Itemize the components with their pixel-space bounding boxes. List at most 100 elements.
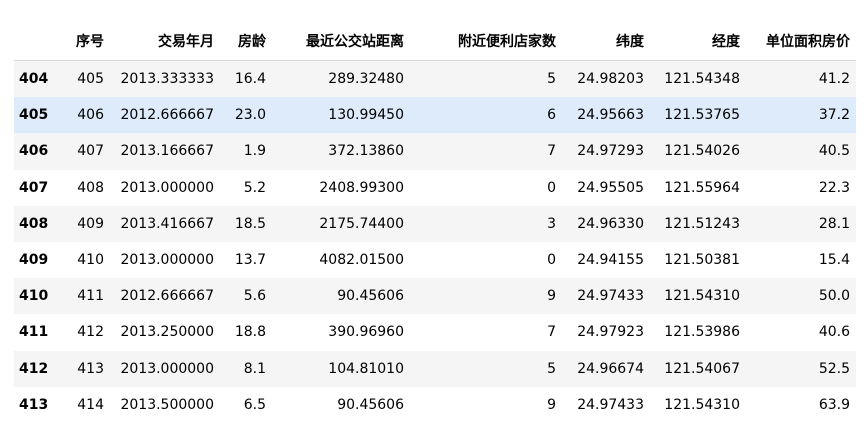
table-row: 406 407 2013.166667 1.9 372.13860 7 24.97293 12… <box>14 133 856 170</box>
table-cell: 2013.166667 <box>120 143 214 160</box>
table-row: 409 410 2013.000000 13.7 4082.01500 0 24.94155… <box>14 242 856 278</box>
table-cell: 22.3 <box>818 179 850 196</box>
table-header: 序号 交易年月 房龄 最近公交站距离 附近便利店家数 纬度 经度 单位面积房价 <box>14 22 856 61</box>
row-index-cell: 404 <box>19 71 49 88</box>
table-cell: 411 <box>77 288 104 305</box>
table-cell: 414 <box>77 396 104 413</box>
header-cell-index <box>14 22 66 61</box>
table-cell: 50.0 <box>818 288 850 305</box>
row-index-cell: 411 <box>19 324 49 341</box>
table-cell: 5 <box>547 71 556 88</box>
table-cell: 2013.500000 <box>120 396 214 413</box>
table-cell: 2013.333333 <box>120 71 214 88</box>
table-cell: 13.7 <box>234 252 266 269</box>
table-cell: 372.13860 <box>328 143 404 160</box>
dataframe-output: 序号 交易年月 房龄 最近公交站距离 附近便利店家数 纬度 经度 单位面积房价 … <box>14 22 856 423</box>
row-index-cell: 408 <box>19 215 49 232</box>
table-cell: 52.5 <box>818 360 850 377</box>
row-index-cell: 405 <box>19 107 49 124</box>
table-cell: 90.45606 <box>337 288 404 305</box>
table-cell: 6 <box>547 107 556 124</box>
table-cell: 0 <box>547 179 556 196</box>
table-cell: 6.5 <box>243 396 266 413</box>
table-cell: 24.95505 <box>577 179 644 196</box>
table-cell: 289.32480 <box>328 71 404 88</box>
table-cell: 409 <box>77 215 104 232</box>
row-index-cell: 413 <box>19 396 49 413</box>
table-cell: 1.9 <box>243 143 266 160</box>
row-index-cell: 412 <box>19 360 49 377</box>
header-cell: 最近公交站距离 <box>272 22 410 61</box>
table-cell: 3 <box>547 215 556 232</box>
table-cell: 24.97293 <box>577 143 644 160</box>
table-cell: 5.2 <box>243 179 266 196</box>
table-cell: 16.4 <box>234 71 266 88</box>
table-cell: 121.50381 <box>664 252 740 269</box>
table-cell: 24.97923 <box>577 324 644 341</box>
table-cell: 18.8 <box>234 324 266 341</box>
table-cell: 121.54026 <box>664 143 740 160</box>
table-row: 411 412 2013.250000 18.8 390.96960 7 24.97923 1… <box>14 314 856 350</box>
dataframe-table: 序号 交易年月 房龄 最近公交站距离 附近便利店家数 纬度 经度 单位面积房价 … <box>14 22 856 423</box>
table-cell: 121.55964 <box>664 179 740 196</box>
table-cell: 7 <box>547 324 556 341</box>
table-cell: 2013.000000 <box>120 360 214 377</box>
table-cell: 104.81010 <box>328 360 404 377</box>
table-body: 404 405 2013.333333 16.4 289.32480 5 24.98203 1… <box>14 60 856 423</box>
table-cell: 121.53765 <box>664 107 740 124</box>
table-cell: 24.98203 <box>577 71 644 88</box>
header-cell: 序号 <box>66 22 110 61</box>
table-cell: 24.95663 <box>577 107 644 124</box>
header-row: 序号 交易年月 房龄 最近公交站距离 附近便利店家数 纬度 经度 单位面积房价 <box>14 22 856 61</box>
table-cell: 90.45606 <box>337 396 404 413</box>
table-cell: 410 <box>77 252 104 269</box>
row-index-cell: 410 <box>19 288 49 305</box>
table-cell: 121.51243 <box>664 215 740 232</box>
table-cell: 9 <box>547 396 556 413</box>
table-cell: 5 <box>547 360 556 377</box>
table-cell: 9 <box>547 288 556 305</box>
table-cell: 5.6 <box>243 288 266 305</box>
table-cell: 2013.000000 <box>120 179 214 196</box>
header-cell: 纬度 <box>562 22 650 61</box>
table-cell: 2013.000000 <box>120 252 214 269</box>
table-cell: 121.54348 <box>664 71 740 88</box>
table-cell: 2408.99300 <box>319 179 404 196</box>
table-row: 404 405 2013.333333 16.4 289.32480 5 24.98203 1… <box>14 60 856 98</box>
table-cell: 412 <box>77 324 104 341</box>
row-index-cell: 407 <box>19 179 49 196</box>
table-cell: 405 <box>77 71 104 88</box>
table-cell: 130.99450 <box>328 107 404 124</box>
table-row: 408 409 2013.416667 18.5 2175.74400 3 24.96330… <box>14 205 856 242</box>
table-cell: 15.4 <box>818 252 850 269</box>
table-cell: 406 <box>77 107 104 124</box>
table-cell: 24.96330 <box>577 215 644 232</box>
table-cell: 23.0 <box>234 107 266 124</box>
header-cell: 房龄 <box>220 22 272 61</box>
table-cell: 2013.250000 <box>120 324 214 341</box>
table-cell: 390.96960 <box>328 324 404 341</box>
table-cell: 121.54310 <box>664 396 740 413</box>
table-cell: 407 <box>77 143 104 160</box>
table-cell: 2012.666667 <box>120 107 214 124</box>
table-cell: 2013.416667 <box>120 215 214 232</box>
header-cell: 交易年月 <box>110 22 220 61</box>
table-cell: 40.5 <box>818 143 850 160</box>
table-row: 405 406 2012.666667 23.0 130.99450 6 24.95663 1… <box>14 97 856 134</box>
table-cell: 24.97433 <box>577 288 644 305</box>
table-cell: 24.94155 <box>577 252 644 269</box>
table-cell: 18.5 <box>234 215 266 232</box>
table-cell: 28.1 <box>818 215 850 232</box>
table-row: 407 408 2013.000000 5.2 2408.99300 0 24.95505 1… <box>14 170 856 206</box>
table-cell: 0 <box>547 252 556 269</box>
table-cell: 41.2 <box>818 71 850 88</box>
row-index-cell: 406 <box>19 143 49 160</box>
table-cell: 40.6 <box>818 324 850 341</box>
table-cell: 408 <box>77 179 104 196</box>
table-cell: 24.97433 <box>577 396 644 413</box>
header-cell: 经度 <box>650 22 746 61</box>
header-cell: 附近便利店家数 <box>410 22 562 61</box>
table-cell: 8.1 <box>243 360 266 377</box>
table-cell: 413 <box>77 360 104 377</box>
table-row: 412 413 2013.000000 8.1 104.81010 5 24.96674 12… <box>14 350 856 387</box>
